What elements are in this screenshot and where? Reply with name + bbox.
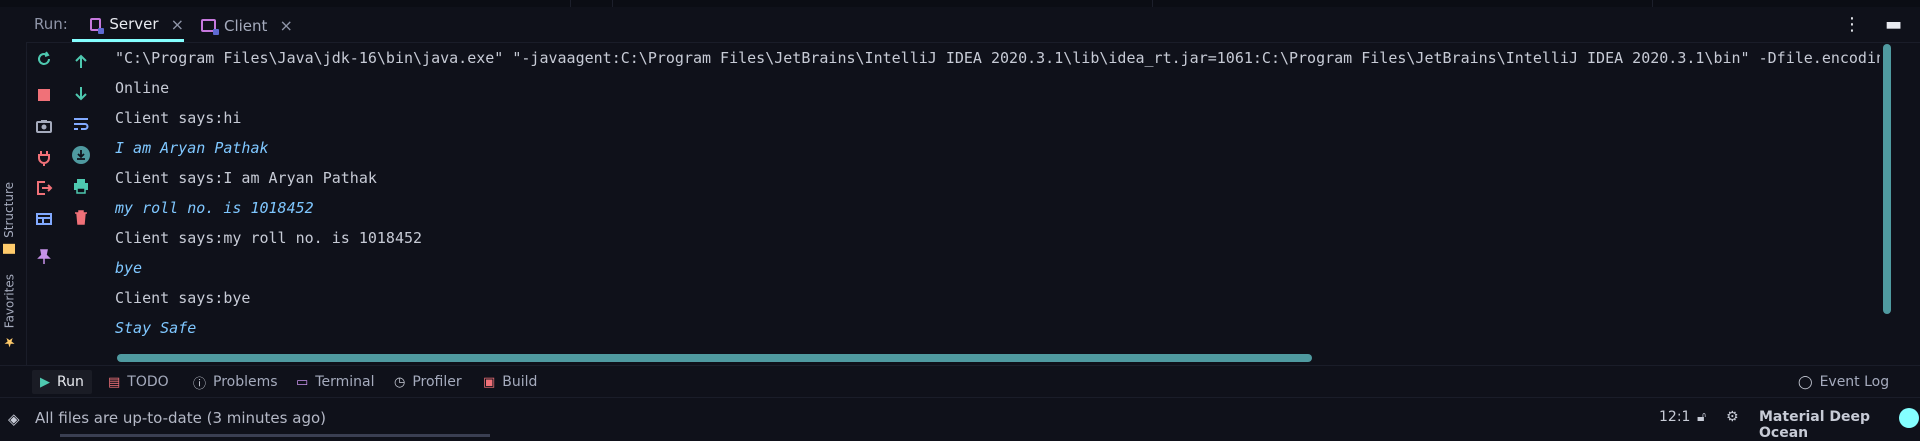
stop-icon [38, 89, 50, 101]
trash-icon [75, 210, 87, 225]
tool-window-label: Terminal [315, 374, 375, 390]
pin-icon [37, 249, 51, 264]
tool-window-run[interactable]: ▶ Run [32, 370, 92, 394]
more-options-icon[interactable]: ⋮ [1843, 14, 1861, 35]
scroll-up-button[interactable] [68, 49, 94, 75]
rerun-button[interactable] [31, 46, 57, 72]
event-log-icon: ◯ [1798, 374, 1813, 390]
status-message: All files are up-to-date (3 minutes ago) [35, 409, 326, 427]
status-bar: ◈ All files are up-to-date (3 minutes ag… [0, 397, 1920, 441]
tool-window-label: Build [502, 374, 538, 390]
profiler-icon: ◷ [394, 374, 406, 390]
run-icon: ▶ [40, 374, 50, 390]
rerun-icon [38, 51, 50, 65]
run-header-actions: ⋮ ▬ [1843, 14, 1902, 35]
console-input-line: I am Aryan Pathak [115, 139, 269, 157]
console-line: Client says:I am Aryan Pathak [115, 169, 377, 187]
theme-color-icon[interactable] [1899, 408, 1919, 428]
build-icon: ▣ [483, 374, 496, 390]
strip-segment [1152, 0, 1653, 7]
run-label: Run: [34, 15, 68, 33]
close-icon[interactable]: × [279, 16, 292, 35]
console-line: "C:\Program Files\Java\jdk-16\bin\java.e… [115, 49, 1880, 67]
lock-icon[interactable]: 🔓︎ [1697, 409, 1706, 425]
tool-window-terminal[interactable]: ▭ Terminal [288, 370, 382, 394]
exit-button[interactable] [31, 175, 57, 201]
scroll-down-button[interactable] [68, 80, 94, 106]
tool-window-label: Run [57, 374, 84, 390]
strip-segment [570, 0, 613, 7]
tab-client-label: Client [224, 16, 268, 35]
problems-icon: ⓘ [193, 376, 207, 392]
arrow-down-icon [75, 87, 87, 101]
pin-tab-button[interactable] [31, 244, 57, 270]
run-tool-window-header: Run: Server × Client × ⋮ ▬ [0, 0, 1920, 43]
plug-icon [38, 151, 50, 166]
tool-window-label: Profiler [412, 374, 462, 390]
favorites-panel-button[interactable]: ★ Favorites [2, 274, 17, 349]
theme-name[interactable]: Material Deep Ocean [1759, 409, 1920, 441]
tool-window-problems[interactable]: ⓘ Problems [185, 370, 286, 394]
tool-window-build[interactable]: ▣ Build [475, 370, 545, 394]
camera-icon [36, 120, 52, 133]
tab-server[interactable]: Server × [72, 9, 184, 42]
soft-wrap-button[interactable] [68, 111, 94, 137]
tool-window-todo[interactable]: ▤ TODO [100, 370, 177, 394]
run-toolbar-primary [27, 42, 61, 365]
tool-window-bar: ▶ Run ▤ TODO ⓘ Problems ▭ Terminal ◷ Pro… [0, 365, 1920, 398]
console-input-line: my roll no. is 1018452 [115, 199, 314, 217]
strip-segment [0, 0, 571, 7]
stop-button[interactable] [31, 82, 57, 108]
todo-icon: ▤ [108, 374, 121, 390]
structure-panel-button[interactable]: Structure [2, 182, 16, 254]
clear-all-button[interactable] [68, 204, 94, 230]
application-run-config-icon [90, 17, 105, 34]
horizontal-scrollbar[interactable] [117, 354, 1312, 362]
star-icon: ★ [2, 334, 17, 350]
console-input-line: bye [115, 259, 143, 277]
application-run-config-icon [201, 19, 219, 35]
settings-icon[interactable]: ⚙ [1726, 409, 1739, 425]
console-input-line: Stay Safe [115, 319, 197, 337]
layout-icon [36, 213, 52, 225]
structure-icon [3, 243, 15, 254]
layout-button[interactable] [31, 206, 57, 232]
tool-window-profiler[interactable]: ◷ Profiler [386, 370, 470, 394]
tool-window-label: Problems [213, 374, 278, 390]
print-button[interactable] [68, 173, 94, 199]
dump-threads-button[interactable] [31, 113, 57, 139]
event-log-label: Event Log [1819, 374, 1890, 390]
close-icon[interactable]: × [171, 15, 184, 34]
scroll-to-end-icon [72, 146, 90, 164]
plugin-button[interactable] [31, 144, 57, 170]
structure-label: Structure [2, 182, 16, 238]
hide-panel-icon[interactable]: ▬ [1885, 14, 1902, 35]
console-line: Client says:hi [115, 109, 242, 127]
soft-wrap-icon [74, 118, 89, 130]
console-line: Client says:my roll no. is 1018452 [115, 229, 423, 247]
console-line: Online [115, 79, 170, 97]
favorites-label: Favorites [2, 274, 17, 329]
layers-icon[interactable]: ◈ [8, 410, 20, 428]
tab-server-label: Server [109, 15, 159, 33]
strip-segment [612, 0, 1153, 7]
arrow-up-icon [75, 54, 87, 68]
event-log-button[interactable]: ◯ Event Log [1790, 370, 1897, 394]
vertical-scrollbar[interactable] [1883, 44, 1891, 314]
editor-tab-strip-remnant [0, 0, 1920, 7]
print-icon [74, 179, 88, 194]
run-toolbar-secondary [64, 42, 98, 365]
exit-icon [37, 181, 53, 195]
tab-client[interactable]: Client × [201, 9, 301, 42]
tool-window-label: TODO [127, 374, 169, 390]
console-output[interactable]: "C:\Program Files\Java\jdk-16\bin\java.e… [100, 42, 1880, 354]
terminal-icon: ▭ [296, 374, 309, 390]
console-line: Client says:bye [115, 289, 251, 307]
cursor-position[interactable]: 12:1 [1659, 409, 1690, 425]
scroll-to-end-button[interactable] [68, 142, 94, 168]
left-tool-strip: Structure ★ Favorites [0, 42, 27, 365]
